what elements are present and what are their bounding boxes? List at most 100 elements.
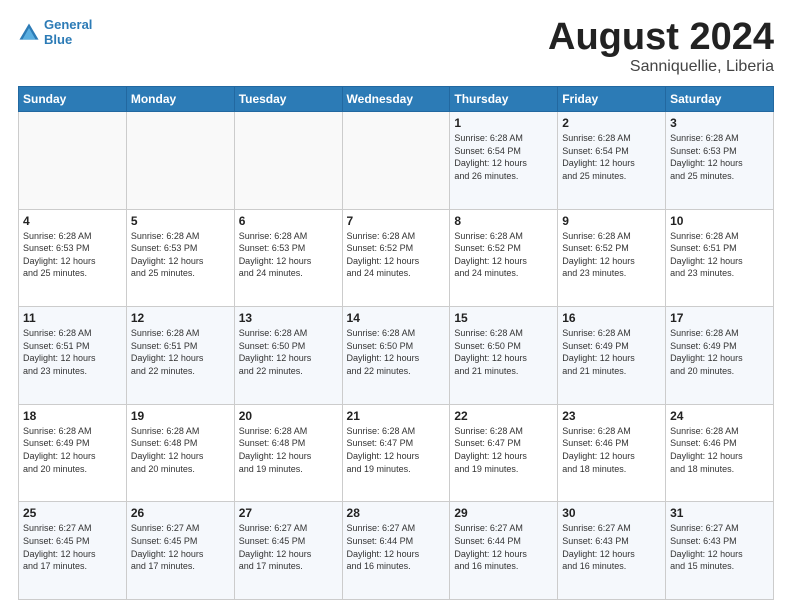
day-number: 24 <box>670 409 769 423</box>
calendar-cell: 13 Sunrise: 6:28 AM Sunset: 6:50 PM Dayli… <box>234 307 342 405</box>
calendar-cell: 15Sunrise: 6:28 AM Sunset: 6:50 PM Dayli… <box>450 307 558 405</box>
day-number: 28 <box>347 506 446 520</box>
day-info: Sunrise: 6:28 AM Sunset: 6:54 PM Dayligh… <box>454 132 553 182</box>
day-info: Sunrise: 6:28 AM Sunset: 6:50 PM Dayligh… <box>347 327 446 377</box>
calendar-cell <box>342 112 450 210</box>
day-number: 19 <box>131 409 230 423</box>
calendar-cell: 25Sunrise: 6:27 AM Sunset: 6:45 PM Dayli… <box>19 502 127 600</box>
day-number: 10 <box>670 214 769 228</box>
day-info: Sunrise: 6:28 AM Sunset: 6:51 PM Dayligh… <box>23 327 122 377</box>
title-block: August 2024 Sanniquellie, Liberia <box>548 18 774 76</box>
logo: General Blue <box>18 18 92 48</box>
calendar-cell: 20 Sunrise: 6:28 AM Sunset: 6:48 PM Dayli… <box>234 404 342 502</box>
day-number: 25 <box>23 506 122 520</box>
calendar-cell: 1 Sunrise: 6:28 AM Sunset: 6:54 PM Daylig… <box>450 112 558 210</box>
calendar-header: SundayMondayTuesdayWednesdayThursdayFrid… <box>19 87 774 112</box>
day-number: 7 <box>347 214 446 228</box>
day-number: 12 <box>131 311 230 325</box>
calendar-cell: 8 Sunrise: 6:28 AM Sunset: 6:52 PM Daylig… <box>450 209 558 307</box>
calendar-cell: 2 Sunrise: 6:28 AM Sunset: 6:54 PM Daylig… <box>558 112 666 210</box>
calendar-cell: 14 Sunrise: 6:28 AM Sunset: 6:50 PM Dayli… <box>342 307 450 405</box>
month-title: August 2024 <box>548 18 774 56</box>
calendar-cell: 29 Sunrise: 6:27 AM Sunset: 6:44 PM Dayli… <box>450 502 558 600</box>
day-number: 27 <box>239 506 338 520</box>
day-info: Sunrise: 6:27 AM Sunset: 6:44 PM Dayligh… <box>347 522 446 572</box>
day-info: Sunrise: 6:28 AM Sunset: 6:53 PM Dayligh… <box>23 230 122 280</box>
day-header-wednesday: Wednesday <box>342 87 450 112</box>
day-info: Sunrise: 6:28 AM Sunset: 6:52 PM Dayligh… <box>454 230 553 280</box>
day-info: Sunrise: 6:27 AM Sunset: 6:43 PM Dayligh… <box>670 522 769 572</box>
calendar-cell: 9Sunrise: 6:28 AM Sunset: 6:52 PM Daylig… <box>558 209 666 307</box>
day-number: 17 <box>670 311 769 325</box>
calendar-cell: 18 Sunrise: 6:28 AM Sunset: 6:49 PM Dayli… <box>19 404 127 502</box>
day-info: Sunrise: 6:28 AM Sunset: 6:47 PM Dayligh… <box>347 425 446 475</box>
calendar-cell: 11 Sunrise: 6:28 AM Sunset: 6:51 PM Dayli… <box>19 307 127 405</box>
day-header-sunday: Sunday <box>19 87 127 112</box>
calendar-cell <box>126 112 234 210</box>
day-number: 13 <box>239 311 338 325</box>
day-info: Sunrise: 6:28 AM Sunset: 6:54 PM Dayligh… <box>562 132 661 182</box>
calendar-cell: 4Sunrise: 6:28 AM Sunset: 6:53 PM Daylig… <box>19 209 127 307</box>
day-info: Sunrise: 6:28 AM Sunset: 6:53 PM Dayligh… <box>131 230 230 280</box>
day-info: Sunrise: 6:28 AM Sunset: 6:48 PM Dayligh… <box>131 425 230 475</box>
day-number: 3 <box>670 116 769 130</box>
calendar-cell: 23 Sunrise: 6:28 AM Sunset: 6:46 PM Dayli… <box>558 404 666 502</box>
day-info: Sunrise: 6:28 AM Sunset: 6:48 PM Dayligh… <box>239 425 338 475</box>
day-number: 5 <box>131 214 230 228</box>
day-info: Sunrise: 6:28 AM Sunset: 6:47 PM Dayligh… <box>454 425 553 475</box>
day-header-friday: Friday <box>558 87 666 112</box>
day-number: 26 <box>131 506 230 520</box>
day-info: Sunrise: 6:27 AM Sunset: 6:45 PM Dayligh… <box>131 522 230 572</box>
day-header-saturday: Saturday <box>666 87 774 112</box>
day-info: Sunrise: 6:27 AM Sunset: 6:45 PM Dayligh… <box>239 522 338 572</box>
day-info: Sunrise: 6:28 AM Sunset: 6:49 PM Dayligh… <box>562 327 661 377</box>
day-number: 18 <box>23 409 122 423</box>
day-number: 14 <box>347 311 446 325</box>
calendar-cell: 19 Sunrise: 6:28 AM Sunset: 6:48 PM Dayli… <box>126 404 234 502</box>
calendar-cell: 22 Sunrise: 6:28 AM Sunset: 6:47 PM Dayli… <box>450 404 558 502</box>
day-header-monday: Monday <box>126 87 234 112</box>
day-number: 6 <box>239 214 338 228</box>
calendar-cell: 31Sunrise: 6:27 AM Sunset: 6:43 PM Dayli… <box>666 502 774 600</box>
calendar-cell <box>19 112 127 210</box>
day-info: Sunrise: 6:28 AM Sunset: 6:49 PM Dayligh… <box>23 425 122 475</box>
week-row-5: 25 Sunrise: 6:27 AM Sunset: 6:45 PM Dayli… <box>19 502 774 600</box>
calendar-cell: 12Sunrise: 6:28 AM Sunset: 6:51 PM Dayli… <box>126 307 234 405</box>
calendar-cell: 5 Sunrise: 6:28 AM Sunset: 6:53 PM Daylig… <box>126 209 234 307</box>
day-info: Sunrise: 6:28 AM Sunset: 6:51 PM Dayligh… <box>670 230 769 280</box>
header-row: SundayMondayTuesdayWednesdayThursdayFrid… <box>19 87 774 112</box>
header: General Blue August 2024 Sanniquellie, L… <box>18 18 774 76</box>
day-number: 2 <box>562 116 661 130</box>
day-header-thursday: Thursday <box>450 87 558 112</box>
day-number: 15 <box>454 311 553 325</box>
day-header-tuesday: Tuesday <box>234 87 342 112</box>
day-number: 23 <box>562 409 661 423</box>
day-info: Sunrise: 6:28 AM Sunset: 6:46 PM Dayligh… <box>562 425 661 475</box>
calendar-body: 1 Sunrise: 6:28 AM Sunset: 6:54 PM Daylig… <box>19 112 774 600</box>
calendar-cell: 17 Sunrise: 6:28 AM Sunset: 6:49 PM Dayli… <box>666 307 774 405</box>
day-number: 21 <box>347 409 446 423</box>
calendar-cell: 28 Sunrise: 6:27 AM Sunset: 6:44 PM Dayli… <box>342 502 450 600</box>
day-number: 22 <box>454 409 553 423</box>
day-number: 16 <box>562 311 661 325</box>
calendar-cell: 27 Sunrise: 6:27 AM Sunset: 6:45 PM Dayli… <box>234 502 342 600</box>
day-number: 30 <box>562 506 661 520</box>
day-info: Sunrise: 6:28 AM Sunset: 6:53 PM Dayligh… <box>239 230 338 280</box>
week-row-2: 4Sunrise: 6:28 AM Sunset: 6:53 PM Daylig… <box>19 209 774 307</box>
day-info: Sunrise: 6:27 AM Sunset: 6:44 PM Dayligh… <box>454 522 553 572</box>
calendar-cell: 10 Sunrise: 6:28 AM Sunset: 6:51 PM Dayli… <box>666 209 774 307</box>
day-number: 11 <box>23 311 122 325</box>
day-number: 1 <box>454 116 553 130</box>
logo-icon <box>18 22 40 44</box>
day-info: Sunrise: 6:28 AM Sunset: 6:50 PM Dayligh… <box>239 327 338 377</box>
day-number: 8 <box>454 214 553 228</box>
day-number: 29 <box>454 506 553 520</box>
day-info: Sunrise: 6:28 AM Sunset: 6:49 PM Dayligh… <box>670 327 769 377</box>
calendar-cell <box>234 112 342 210</box>
calendar-cell: 24Sunrise: 6:28 AM Sunset: 6:46 PM Dayli… <box>666 404 774 502</box>
week-row-1: 1 Sunrise: 6:28 AM Sunset: 6:54 PM Daylig… <box>19 112 774 210</box>
logo-general: General <box>44 17 92 32</box>
calendar-cell: 21 Sunrise: 6:28 AM Sunset: 6:47 PM Dayli… <box>342 404 450 502</box>
calendar-cell: 3Sunrise: 6:28 AM Sunset: 6:53 PM Daylig… <box>666 112 774 210</box>
day-number: 20 <box>239 409 338 423</box>
